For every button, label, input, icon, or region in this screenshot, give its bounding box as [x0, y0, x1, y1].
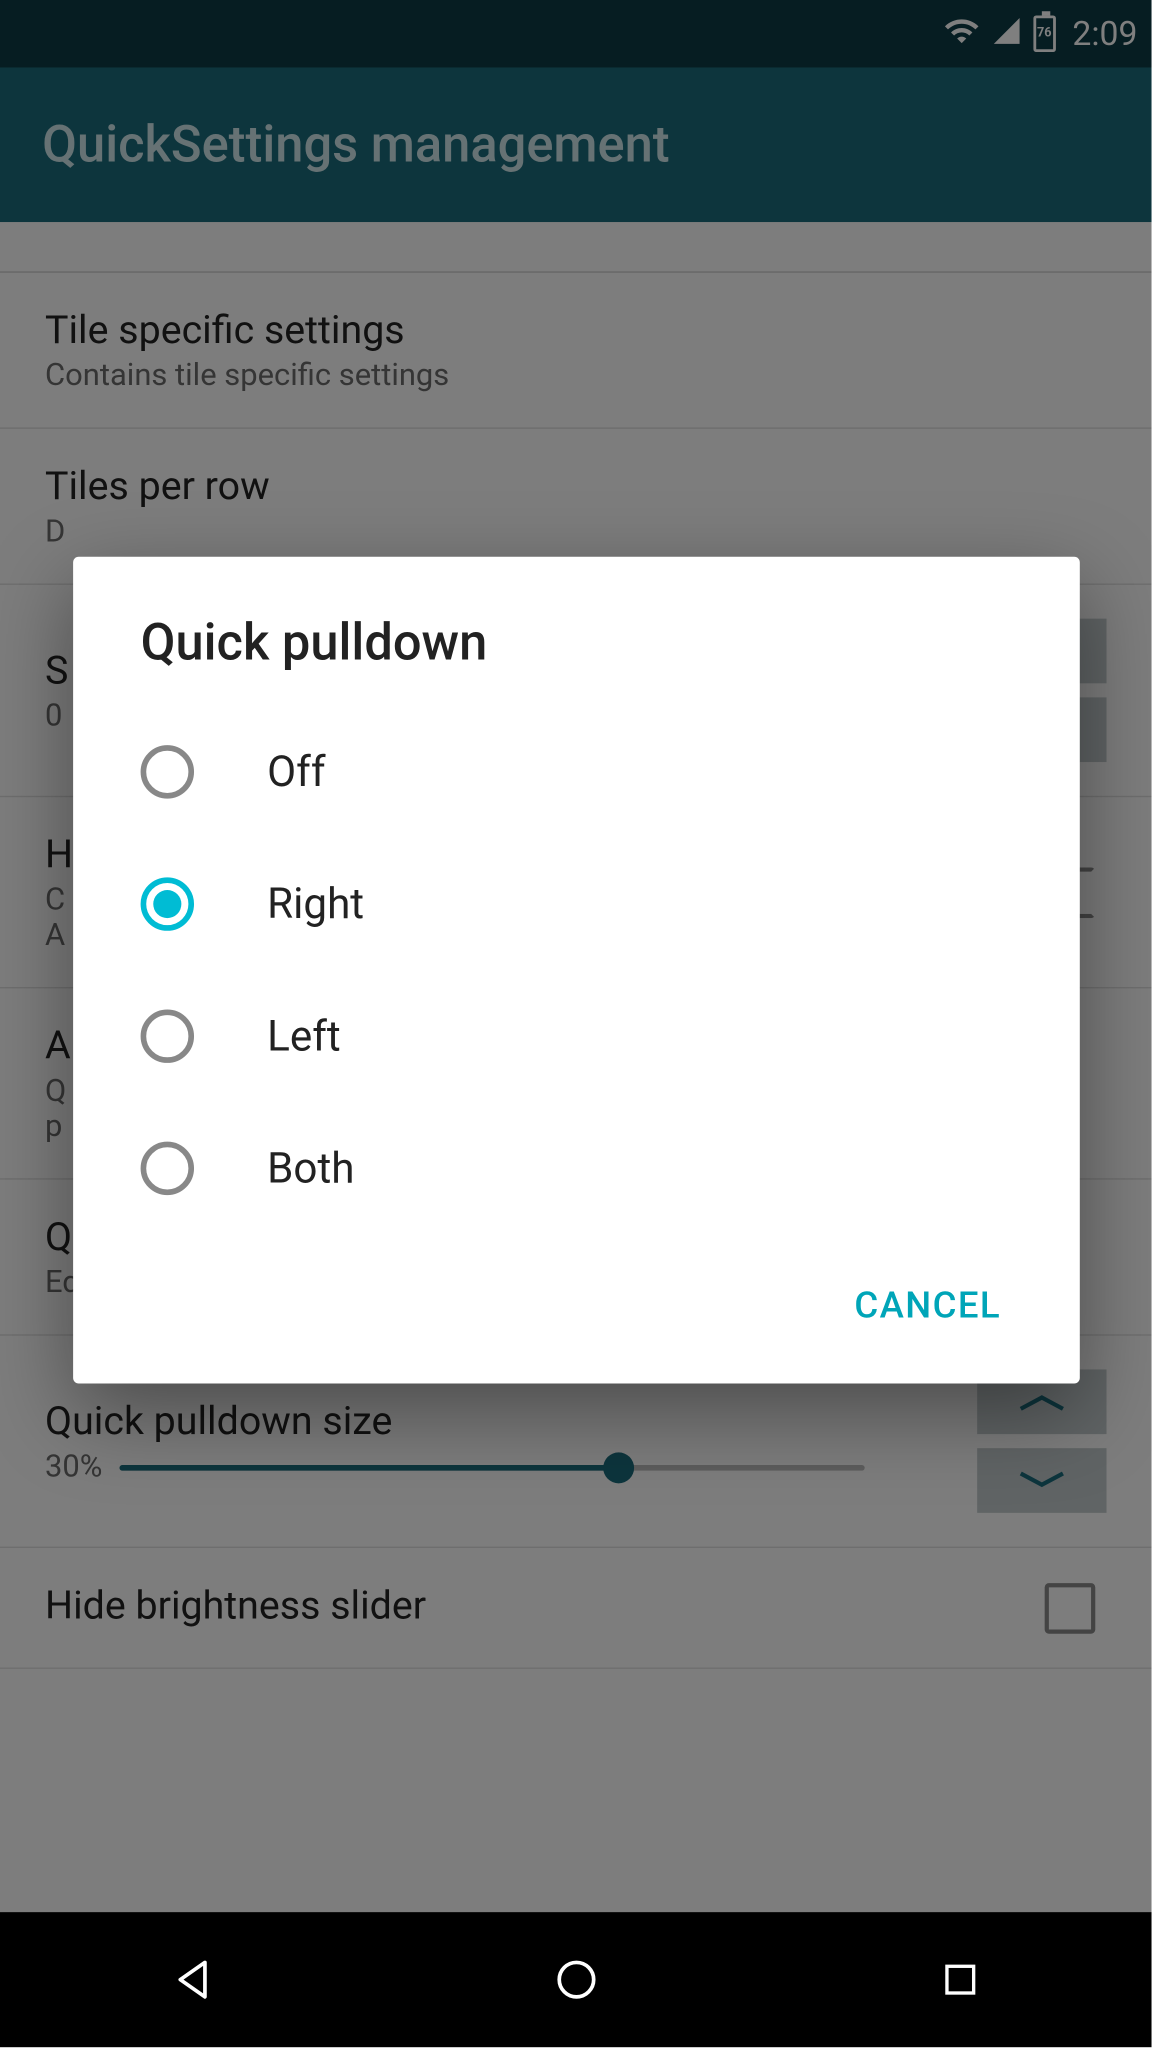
back-button[interactable]: [150, 1937, 234, 2021]
radio-option-off[interactable]: Off: [73, 706, 1080, 838]
radio-icon: [141, 1142, 194, 1195]
recents-button[interactable]: [917, 1937, 1001, 2021]
radio-label: Right: [267, 879, 364, 928]
cancel-button[interactable]: CANCEL: [832, 1268, 1024, 1344]
radio-label: Both: [267, 1144, 354, 1193]
radio-label: Off: [267, 747, 325, 796]
radio-icon: [141, 1010, 194, 1063]
quick-pulldown-dialog: Quick pulldown Off Right Left Both CANCE…: [73, 557, 1080, 1384]
home-button[interactable]: [534, 1937, 618, 2021]
radio-icon: [141, 877, 194, 930]
radio-label: Left: [267, 1012, 341, 1061]
radio-option-left[interactable]: Left: [73, 970, 1080, 1102]
radio-icon: [141, 745, 194, 798]
dialog-title: Quick pulldown: [73, 557, 1080, 706]
radio-option-both[interactable]: Both: [73, 1102, 1080, 1234]
navigation-bar: [0, 1912, 1152, 2047]
radio-option-right[interactable]: Right: [73, 838, 1080, 970]
